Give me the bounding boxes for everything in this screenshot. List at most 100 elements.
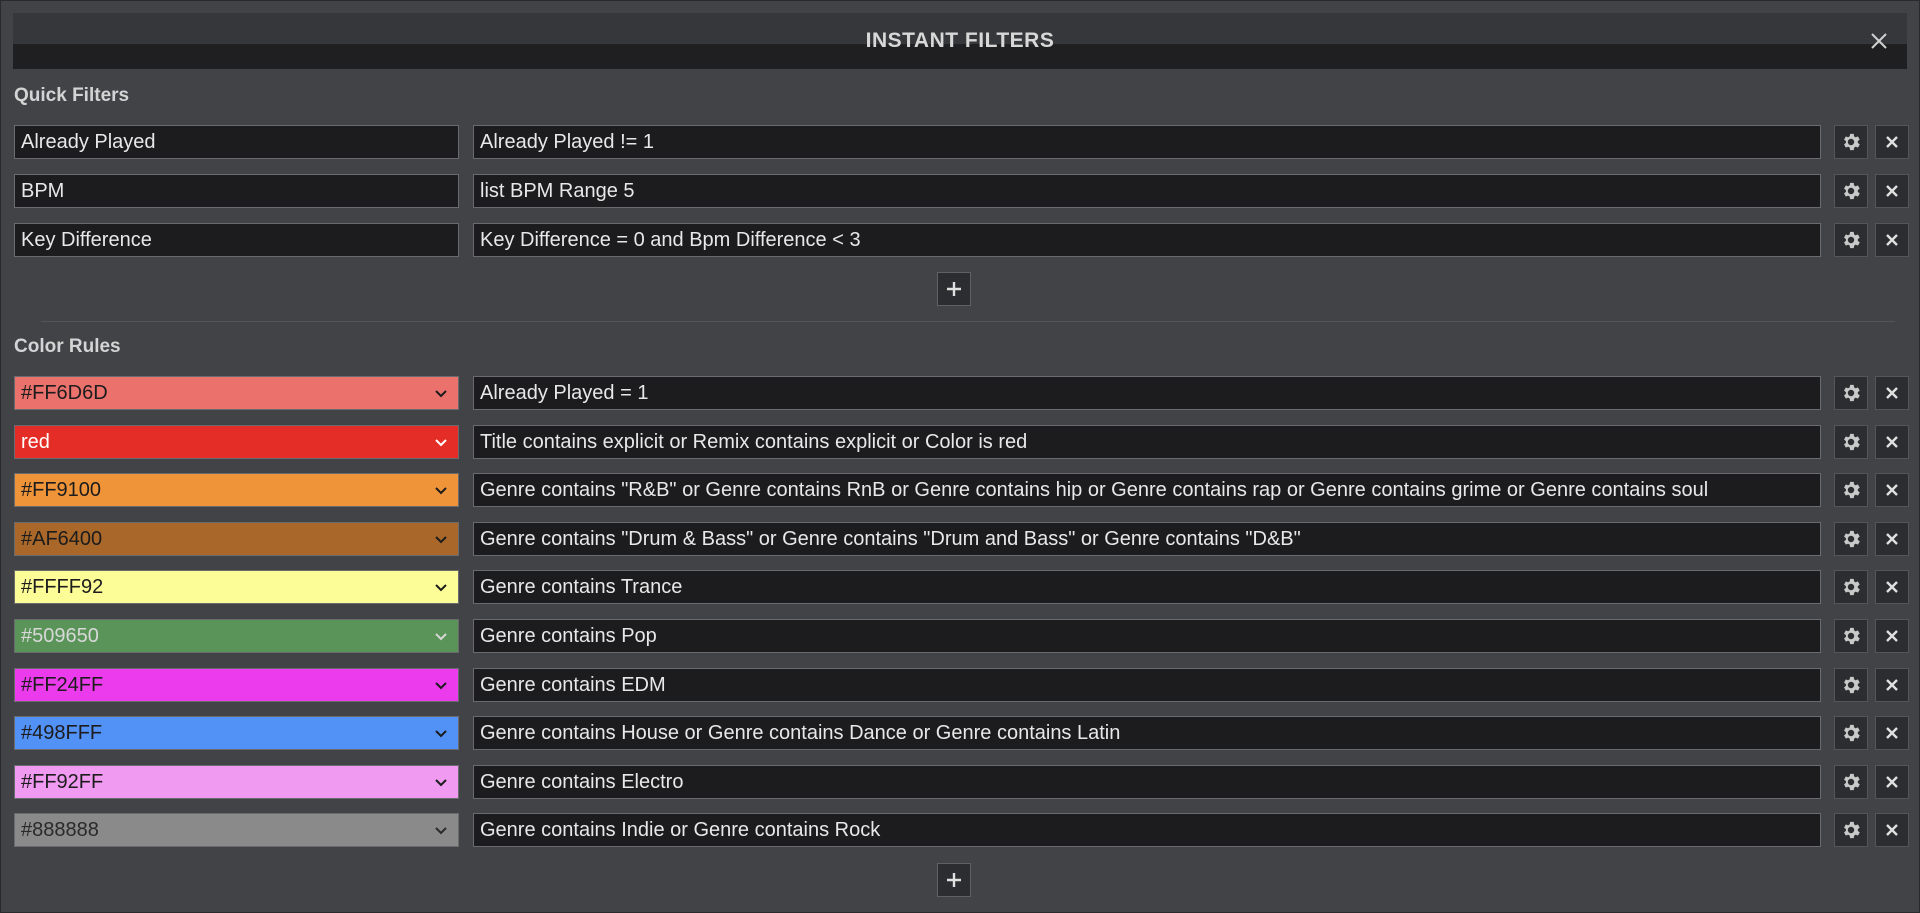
color-select[interactable]: red: [14, 425, 459, 459]
quick-filters-heading: Quick Filters: [14, 85, 130, 106]
plus-icon: [947, 873, 961, 887]
chevron-down-icon: [435, 536, 447, 544]
chevron-down-icon: [435, 730, 447, 738]
color-rule-row: #509650 Genre contains Pop: [14, 619, 1909, 653]
x-icon: [1886, 234, 1898, 246]
color-select-value: #FFFF92: [21, 575, 104, 598]
x-icon: [1886, 484, 1898, 496]
rule-expression-field[interactable]: Genre contains Indie or Genre contains R…: [473, 813, 1821, 847]
rule-delete-button[interactable]: [1875, 668, 1909, 702]
chevron-down-icon: [435, 487, 447, 495]
close-button[interactable]: [1865, 27, 1893, 55]
filter-settings-button[interactable]: [1834, 223, 1868, 257]
filter-delete-button[interactable]: [1875, 125, 1909, 159]
rule-expression-field[interactable]: Genre contains "Drum & Bass" or Genre co…: [473, 522, 1821, 556]
filter-settings-button[interactable]: [1834, 174, 1868, 208]
filter-delete-button[interactable]: [1875, 174, 1909, 208]
rule-settings-button[interactable]: [1834, 425, 1868, 459]
color-rule-row: #FF92FF Genre contains Electro: [14, 765, 1909, 799]
filter-expression-field[interactable]: Key Difference = 0 and Bpm Difference < …: [473, 223, 1821, 257]
filter-delete-button[interactable]: [1875, 223, 1909, 257]
filter-name-field[interactable]: BPM: [14, 174, 459, 208]
chevron-down-icon: [435, 779, 447, 787]
gear-icon: [1844, 133, 1860, 151]
chevron-down-icon: [435, 633, 447, 641]
rule-expression-field[interactable]: Genre contains Electro: [473, 765, 1821, 799]
rule-delete-button[interactable]: [1875, 765, 1909, 799]
rule-expression-field[interactable]: Genre contains EDM: [473, 668, 1821, 702]
quick-filter-row: BPM list BPM Range 5: [14, 174, 1909, 208]
dialog-title: INSTANT FILTERS: [865, 29, 1055, 52]
gear-icon: [1844, 530, 1860, 548]
add-color-rule-button[interactable]: [937, 863, 971, 897]
filter-name-field[interactable]: Key Difference: [14, 223, 459, 257]
color-select[interactable]: #FF9100: [14, 473, 459, 507]
color-select[interactable]: #509650: [14, 619, 459, 653]
gear-icon: [1844, 773, 1860, 791]
rule-settings-button[interactable]: [1834, 619, 1868, 653]
instant-filters-dialog: INSTANT FILTERS Quick Filters Already Pl…: [0, 0, 1920, 913]
rule-settings-button[interactable]: [1834, 570, 1868, 604]
rule-expression-field[interactable]: Genre contains Pop: [473, 619, 1821, 653]
color-select-value: red: [21, 430, 50, 453]
quick-filter-row: Key Difference Key Difference = 0 and Bpm…: [14, 223, 1909, 257]
color-select[interactable]: #888888: [14, 813, 459, 847]
color-select-value: #FF92FF: [21, 770, 104, 793]
rule-settings-button[interactable]: [1834, 522, 1868, 556]
rule-delete-button[interactable]: [1875, 716, 1909, 750]
color-rule-row: red Title contains explicit or Remix con…: [14, 425, 1909, 459]
color-select-value: #888888: [21, 818, 99, 841]
color-rule-row: #FFFF92 Genre contains Trance: [14, 570, 1909, 604]
rule-expression-field[interactable]: Title contains explicit or Remix contain…: [473, 425, 1821, 459]
filter-expression-field[interactable]: list BPM Range 5: [473, 174, 1821, 208]
x-icon: [1886, 630, 1898, 642]
rule-settings-button[interactable]: [1834, 376, 1868, 410]
color-select[interactable]: #FF6D6D: [14, 376, 459, 410]
gear-icon: [1844, 384, 1860, 402]
rule-delete-button[interactable]: [1875, 570, 1909, 604]
color-select[interactable]: #FF92FF: [14, 765, 459, 799]
color-select[interactable]: #AF6400: [14, 522, 459, 556]
rule-expression-field[interactable]: Genre contains House or Genre contains D…: [473, 716, 1821, 750]
rule-settings-button[interactable]: [1834, 765, 1868, 799]
gear-icon: [1844, 724, 1860, 742]
rule-delete-button[interactable]: [1875, 619, 1909, 653]
rule-settings-button[interactable]: [1834, 668, 1868, 702]
filter-settings-button[interactable]: [1834, 125, 1868, 159]
gear-icon: [1844, 821, 1860, 839]
color-select-value: #AF6400: [21, 527, 103, 550]
x-icon: [1886, 581, 1898, 593]
rule-expression-field[interactable]: Already Played = 1: [473, 376, 1821, 410]
color-select[interactable]: #FF24FF: [14, 668, 459, 702]
dialog-titlebar: INSTANT FILTERS: [13, 13, 1907, 69]
color-rule-row: #FF9100 Genre contains "R&B" or Genre co…: [14, 473, 1909, 507]
color-select-value: #FF9100: [21, 478, 102, 501]
rule-settings-button[interactable]: [1834, 813, 1868, 847]
x-icon: [1886, 436, 1898, 448]
x-icon: [1886, 533, 1898, 545]
filter-name-field[interactable]: Already Played: [14, 125, 459, 159]
rule-delete-button[interactable]: [1875, 522, 1909, 556]
add-quick-filter-button[interactable]: [937, 272, 971, 306]
plus-icon: [947, 282, 961, 296]
chevron-down-icon: [435, 390, 447, 398]
section-divider: [41, 321, 1895, 322]
rule-expression-field[interactable]: Genre contains "R&B" or Genre contains R…: [473, 473, 1821, 507]
color-select[interactable]: #FFFF92: [14, 570, 459, 604]
x-icon: [1886, 387, 1898, 399]
rule-settings-button[interactable]: [1834, 716, 1868, 750]
rule-delete-button[interactable]: [1875, 473, 1909, 507]
rule-delete-button[interactable]: [1875, 425, 1909, 459]
rule-settings-button[interactable]: [1834, 473, 1868, 507]
chevron-down-icon: [435, 682, 447, 690]
x-icon: [1886, 136, 1898, 148]
gear-icon: [1844, 627, 1860, 645]
close-icon: [1871, 33, 1887, 49]
color-select[interactable]: #498FFF: [14, 716, 459, 750]
rule-delete-button[interactable]: [1875, 376, 1909, 410]
filter-expression-field[interactable]: Already Played != 1: [473, 125, 1821, 159]
color-select-value: #FF24FF: [21, 673, 104, 696]
rule-expression-field[interactable]: Genre contains Trance: [473, 570, 1821, 604]
rule-delete-button[interactable]: [1875, 813, 1909, 847]
x-icon: [1886, 727, 1898, 739]
